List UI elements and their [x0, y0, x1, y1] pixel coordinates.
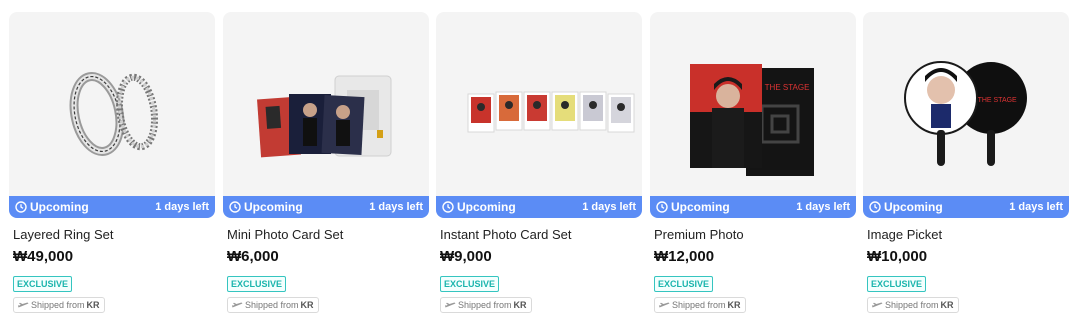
instant-photo-card-image: [467, 91, 635, 133]
premium-photo-image: ON THE STAGE: [690, 64, 814, 176]
product-price: ₩10,000: [867, 248, 928, 265]
days-left: 1 days left: [582, 201, 636, 213]
image-picket-image: ON THE STAGE: [904, 61, 1027, 166]
airplane-icon: [232, 302, 243, 308]
airplane-icon: [18, 302, 29, 308]
product-card[interactable]: Upcoming 1 days left Instant Photo Card …: [436, 12, 642, 313]
ring-set-image: [69, 72, 159, 156]
product-price: ₩49,000: [13, 248, 74, 265]
airplane-icon: [445, 302, 456, 308]
days-left: 1 days left: [155, 201, 209, 213]
clock-icon: [656, 201, 668, 213]
product-card[interactable]: Upcoming 1 days left Mini Photo Card Set…: [223, 12, 429, 313]
status-label: Upcoming: [884, 200, 943, 214]
product-image[interactable]: ON THE STAGE Upcoming 1 days left: [650, 12, 856, 218]
shipping-tag: Shipped from KR: [867, 297, 959, 313]
status-bar: Upcoming 1 days left: [863, 196, 1069, 218]
product-row: Upcoming 1 days left Layered Ring Set ₩4…: [0, 0, 1079, 319]
days-left: 1 days left: [369, 201, 423, 213]
clock-icon: [229, 201, 241, 213]
status-bar: Upcoming 1 days left: [650, 196, 856, 218]
clock-icon: [15, 201, 27, 213]
product-price: ₩9,000: [440, 248, 492, 265]
exclusive-badge: EXCLUSIVE: [440, 276, 500, 292]
product-card[interactable]: ON THE STAGE Upcoming 1 days left Image …: [863, 12, 1069, 313]
ship-prefix: Shipped from: [672, 300, 726, 310]
product-card[interactable]: ON THE STAGE Upcoming 1 days left Premiu…: [650, 12, 856, 313]
product-card[interactable]: Upcoming 1 days left Layered Ring Set ₩4…: [9, 12, 215, 313]
shipping-tag: Shipped from KR: [440, 297, 532, 313]
ship-country: KR: [86, 300, 100, 310]
status-bar: Upcoming 1 days left: [9, 196, 215, 218]
product-price: ₩12,000: [654, 248, 715, 265]
product-price: ₩6,000: [227, 248, 279, 265]
ship-prefix: Shipped from: [245, 300, 299, 310]
ship-prefix: Shipped from: [31, 300, 85, 310]
ship-country: KR: [300, 300, 314, 310]
status-label: Upcoming: [30, 200, 89, 214]
ship-country: KR: [727, 300, 741, 310]
airplane-icon: [872, 302, 883, 308]
mini-photo-card-image: [257, 75, 392, 158]
exclusive-badge: EXCLUSIVE: [227, 276, 287, 292]
exclusive-badge: EXCLUSIVE: [654, 276, 714, 292]
product-name[interactable]: Layered Ring Set: [13, 227, 113, 242]
shipping-tag: Shipped from KR: [13, 297, 105, 313]
ship-country: KR: [513, 300, 527, 310]
days-left: 1 days left: [1009, 201, 1063, 213]
clock-icon: [869, 201, 881, 213]
status-label: Upcoming: [244, 200, 303, 214]
status-label: Upcoming: [457, 200, 516, 214]
ship-prefix: Shipped from: [885, 300, 939, 310]
product-image[interactable]: Upcoming 1 days left: [9, 12, 215, 218]
product-name[interactable]: Premium Photo: [654, 227, 744, 242]
product-image[interactable]: ON THE STAGE Upcoming 1 days left: [863, 12, 1069, 218]
status-bar: Upcoming 1 days left: [436, 196, 642, 218]
shipping-tag: Shipped from KR: [227, 297, 319, 313]
status-label: Upcoming: [671, 200, 730, 214]
airplane-icon: [659, 302, 670, 308]
product-image[interactable]: Upcoming 1 days left: [223, 12, 429, 218]
product-name[interactable]: Image Picket: [867, 227, 942, 242]
status-bar: Upcoming 1 days left: [223, 196, 429, 218]
ship-country: KR: [940, 300, 954, 310]
clock-icon: [442, 201, 454, 213]
exclusive-badge: EXCLUSIVE: [13, 276, 73, 292]
product-name[interactable]: Instant Photo Card Set: [440, 227, 572, 242]
product-name[interactable]: Mini Photo Card Set: [227, 227, 343, 242]
exclusive-badge: EXCLUSIVE: [867, 276, 927, 292]
ship-prefix: Shipped from: [458, 300, 512, 310]
product-image[interactable]: Upcoming 1 days left: [436, 12, 642, 218]
days-left: 1 days left: [796, 201, 850, 213]
shipping-tag: Shipped from KR: [654, 297, 746, 313]
